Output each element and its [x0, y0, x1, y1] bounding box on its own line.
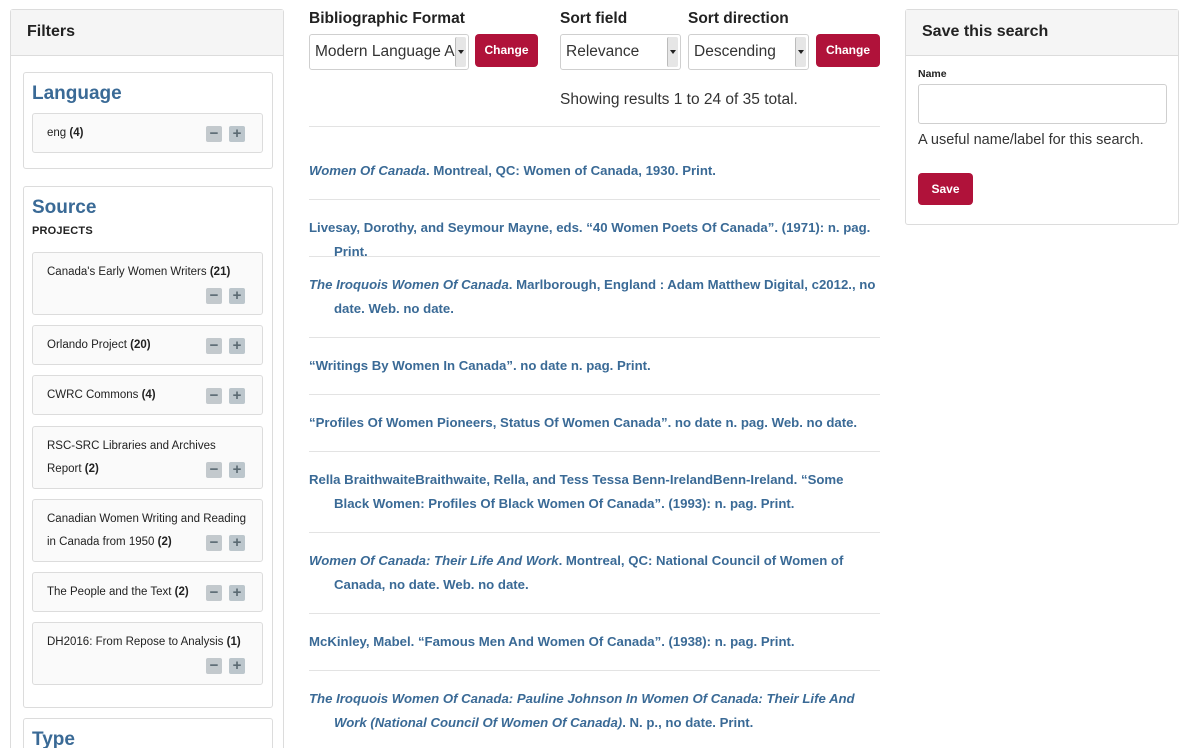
sort-direction-select[interactable]: Descending [688, 34, 809, 70]
minus-icon[interactable]: − [206, 388, 222, 404]
divider [309, 199, 880, 200]
format-select-value: Modern Language A [315, 43, 455, 60]
sort-change-button[interactable]: Change [816, 34, 880, 67]
result-item[interactable]: Women Of Canada. Montreal, QC: Women of … [309, 159, 880, 183]
save-search-title: Save this search [906, 10, 1178, 56]
plus-icon[interactable]: + [229, 338, 245, 354]
plus-icon[interactable]: + [229, 585, 245, 601]
plus-icon[interactable]: + [229, 288, 245, 304]
minus-icon[interactable]: − [206, 585, 222, 601]
facet-source-title: Source [32, 197, 97, 218]
result-item[interactable]: Rella BraithwaiteBraithwaite, Rella, and… [309, 468, 880, 516]
minus-icon[interactable]: − [206, 126, 222, 142]
divider [309, 337, 880, 338]
facet-item-label[interactable]: DH2016: From Repose to Analysis (1) [47, 631, 247, 654]
divider [309, 532, 880, 533]
result-item[interactable]: The Iroquois Women Of Canada: Pauline Jo… [309, 687, 880, 735]
facet-item-source: CWRC Commons (4) − + [32, 375, 263, 415]
save-search-panel: Save this search Name A useful name/labe… [905, 9, 1179, 225]
facet-source-subtitle: PROJECTS [32, 225, 93, 237]
facet-language: Language eng (4) − + [23, 72, 273, 169]
divider [309, 451, 880, 452]
sort-direction-value: Descending [694, 43, 776, 60]
dropdown-arrow-icon [455, 37, 466, 67]
facet-item-source: Orlando Project (20) − + [32, 325, 263, 365]
divider [309, 256, 880, 257]
filters-title: Filters [11, 10, 283, 56]
sort-field-value: Relevance [566, 43, 640, 60]
name-label: Name [918, 68, 947, 80]
plus-icon[interactable]: + [229, 658, 245, 674]
facet-item-source: Canada's Early Women Writers (21) − + [32, 252, 263, 315]
divider [309, 394, 880, 395]
facet-item-source: The People and the Text (2) − + [32, 572, 263, 612]
filters-panel: Filters Language eng (4) − + Source PROJ… [10, 9, 284, 748]
facet-type-title: Type [32, 729, 75, 748]
minus-icon[interactable]: − [206, 338, 222, 354]
facet-source: Source PROJECTS Canada's Early Women Wri… [23, 186, 273, 708]
facet-item-source: DH2016: From Repose to Analysis (1) − + [32, 622, 263, 685]
facet-item-label[interactable]: Canada's Early Women Writers (21) [47, 261, 247, 284]
result-item[interactable]: “Profiles Of Women Pioneers, Status Of W… [309, 411, 880, 435]
minus-icon[interactable]: − [206, 462, 222, 478]
facet-item-source: RSC-SRC Libraries and Archives Report (2… [32, 426, 263, 489]
plus-icon[interactable]: + [229, 535, 245, 551]
minus-icon[interactable]: − [206, 535, 222, 551]
dropdown-arrow-icon [795, 37, 806, 67]
sort-field-select[interactable]: Relevance [560, 34, 681, 70]
divider [309, 670, 880, 671]
name-input[interactable] [918, 84, 1167, 124]
result-item[interactable]: “Writings By Women In Canada”. no date n… [309, 354, 880, 378]
save-button[interactable]: Save [918, 173, 973, 205]
facet-item-source: Canadian Women Writing and Reading in Ca… [32, 499, 263, 562]
result-item[interactable]: The Iroquois Women Of Canada. Marlboroug… [309, 273, 880, 321]
minus-icon[interactable]: − [206, 288, 222, 304]
plus-icon[interactable]: + [229, 126, 245, 142]
divider [309, 126, 880, 127]
dropdown-arrow-icon [667, 37, 678, 67]
facet-item-language-eng: eng (4) − + [32, 113, 263, 153]
format-label: Bibliographic Format [309, 10, 465, 27]
facet-item-label[interactable]: RSC-SRC Libraries and Archives Report (2… [47, 435, 217, 481]
format-change-button[interactable]: Change [475, 34, 538, 67]
divider [309, 613, 880, 614]
facet-language-title: Language [32, 83, 122, 104]
plus-icon[interactable]: + [229, 388, 245, 404]
facet-type: Type [23, 718, 273, 748]
result-item[interactable]: McKinley, Mabel. “Famous Men And Women O… [309, 630, 880, 654]
minus-icon[interactable]: − [206, 658, 222, 674]
format-select[interactable]: Modern Language A [309, 34, 469, 70]
sort-direction-label: Sort direction [688, 10, 789, 27]
result-item[interactable]: Women Of Canada: Their Life And Work. Mo… [309, 549, 880, 597]
name-help-text: A useful name/label for this search. [918, 132, 1144, 148]
plus-icon[interactable]: + [229, 462, 245, 478]
sort-field-label: Sort field [560, 10, 628, 27]
results-summary: Showing results 1 to 24 of 35 total. [560, 91, 798, 108]
